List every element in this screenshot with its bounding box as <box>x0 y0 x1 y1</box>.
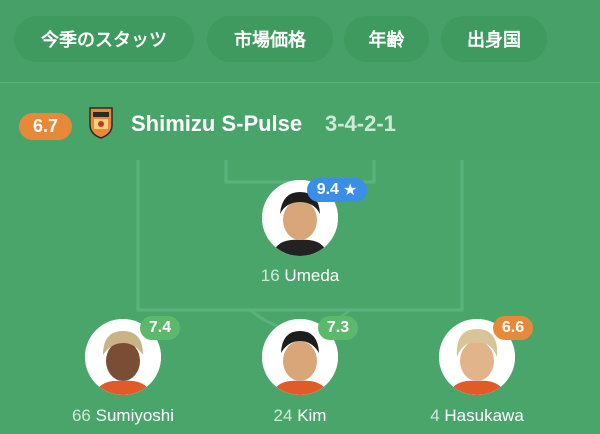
filter-chip-market-value[interactable]: 市場価格 <box>207 16 333 62</box>
player-rating-badge: 6.6 <box>493 316 533 340</box>
star-icon: ★ <box>342 182 358 199</box>
player-rating: 9.4 <box>316 181 339 198</box>
player-label: 4 Hasukawa <box>417 406 537 426</box>
player-rating-badge: 9.4 ★ <box>307 178 367 202</box>
player-name: Sumiyoshi <box>95 406 175 425</box>
player-number: 66 <box>71 406 91 425</box>
player-name: Umeda <box>284 266 340 285</box>
player-sumiyoshi[interactable]: 7.4 66 Sumiyoshi <box>63 316 183 434</box>
player-label: 16 Umeda <box>240 266 360 286</box>
player-name: Kim <box>297 406 327 425</box>
player-kim[interactable]: 7.3 24 Kim <box>240 316 360 434</box>
filter-bar: 今季のスタッツ 市場価格 年齢 出身国 <box>0 0 600 82</box>
player-rating-badge: 7.3 <box>318 316 358 340</box>
player-number: 16 <box>260 266 280 285</box>
player-umeda[interactable]: 9.4 ★ 16 Umeda <box>240 178 367 288</box>
filter-chip-age[interactable]: 年齢 <box>344 16 429 62</box>
player-label: 24 Kim <box>240 406 360 426</box>
player-rating: 6.6 <box>501 319 525 336</box>
shimizu-crest-icon <box>89 107 113 139</box>
player-number: 24 <box>273 406 293 425</box>
player-label: 66 Sumiyoshi <box>63 406 183 426</box>
player-rating: 7.4 <box>148 319 172 336</box>
player-rating: 7.3 <box>326 319 350 336</box>
player-number: 4 <box>430 406 440 425</box>
filter-chip-nationality[interactable]: 出身国 <box>441 16 547 62</box>
team-formation: 3-4-2-1 <box>325 111 396 136</box>
player-name: Hasukawa <box>444 406 524 425</box>
team-name[interactable]: Shimizu S-Pulse <box>131 111 302 137</box>
player-rating-badge: 7.4 <box>140 316 180 340</box>
player-hasukawa[interactable]: 6.6 4 Hasukawa <box>417 316 537 434</box>
filter-chip-season-stats[interactable]: 今季のスタッツ <box>14 16 194 62</box>
team-rating-badge: 6.7 <box>19 113 72 140</box>
